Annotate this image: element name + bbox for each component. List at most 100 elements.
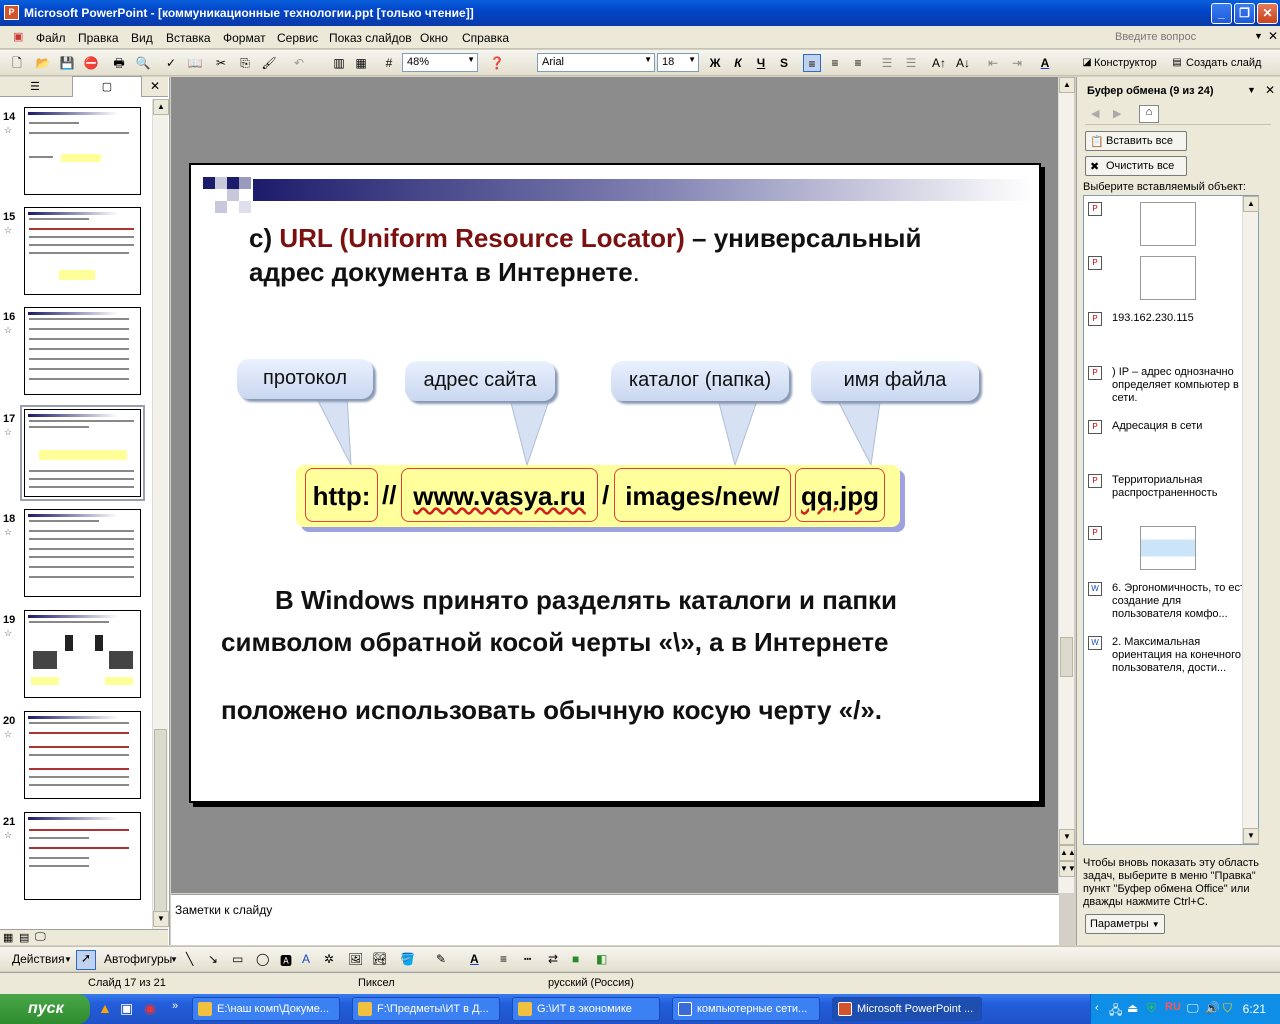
clipboard-scrollbar[interactable]: ▲ ▼: [1242, 196, 1259, 844]
bold-button[interactable]: Ж: [706, 54, 724, 72]
shadow-button[interactable]: S: [775, 54, 793, 72]
options-button[interactable]: Параметры ▼: [1085, 914, 1165, 934]
slide-thumbnail-21[interactable]: 21 ☆: [0, 812, 150, 904]
3d-style-icon[interactable]: ◧: [596, 952, 607, 966]
chevron-down-icon[interactable]: ▼: [1254, 31, 1263, 41]
clipboard-item[interactable]: P 193.162.230.115: [1084, 312, 1260, 352]
home-icon[interactable]: ⌂: [1139, 105, 1159, 123]
start-button[interactable]: пуск: [0, 994, 90, 1024]
autoshapes-menu[interactable]: Автофигуры: [104, 952, 172, 966]
scroll-up-icon[interactable]: ▲: [153, 99, 169, 115]
wordart-tool-icon[interactable]: A: [302, 952, 310, 966]
outline-tab-icon[interactable]: ☰: [30, 80, 40, 93]
decrease-indent-icon[interactable]: ⇤: [984, 54, 1002, 72]
tray-expand-icon[interactable]: ‹: [1095, 1002, 1099, 1014]
save-icon[interactable]: 💾: [58, 54, 76, 72]
slide-thumbnail-20[interactable]: 20 ☆: [0, 711, 150, 803]
taskbar-item-explorer-2[interactable]: F:\Предметы\ИТ в Д...: [352, 997, 500, 1021]
desktop-quicklaunch-icon[interactable]: ▣: [120, 1000, 133, 1017]
align-center-icon[interactable]: ≡: [826, 54, 844, 72]
clipart-tool-icon[interactable]: 🖼: [348, 952, 363, 966]
clipboard-item[interactable]: P: [1084, 202, 1260, 254]
menu-insert[interactable]: Вставка: [166, 31, 211, 45]
menu-file[interactable]: Файл: [36, 31, 66, 45]
taskbar-item-explorer-1[interactable]: E:\наш комп\Докуме...: [192, 997, 340, 1021]
clipboard-item[interactable]: W 2. Максимальная ориентация на конечного…: [1084, 636, 1260, 684]
slide-thumbnail-16[interactable]: 16 ☆: [0, 307, 150, 399]
back-arrow-icon[interactable]: ◀: [1091, 107, 1099, 120]
font-color-tool-icon[interactable]: A: [470, 952, 479, 966]
open-folder-icon[interactable]: 📂: [34, 54, 52, 72]
scroll-down-icon[interactable]: ▼: [1059, 829, 1075, 845]
designer-button[interactable]: Конструктор: [1094, 54, 1164, 72]
new-slide-button[interactable]: Создать слайд: [1186, 54, 1266, 72]
next-slide-icon[interactable]: ▼▼: [1059, 861, 1076, 877]
document-icon[interactable]: ▣: [13, 30, 23, 43]
grid-icon[interactable]: #: [380, 54, 398, 72]
line-tool-icon[interactable]: ╲: [186, 952, 193, 966]
powerpoint-app-icon[interactable]: P: [4, 5, 19, 20]
taskbar-item-word[interactable]: компьютерные сети...: [672, 997, 820, 1021]
chrome-quicklaunch-icon[interactable]: ◉: [144, 1000, 156, 1017]
menu-view[interactable]: Вид: [131, 31, 153, 45]
clock[interactable]: 6:21: [1243, 1002, 1266, 1016]
scroll-thumb[interactable]: [1060, 637, 1073, 677]
rectangle-tool-icon[interactable]: ▭: [232, 952, 243, 966]
safely-remove-icon[interactable]: ⏏: [1127, 1001, 1138, 1015]
font-color-icon[interactable]: A: [1036, 54, 1054, 72]
new-file-icon[interactable]: 🗋: [8, 54, 26, 72]
decrease-font-icon[interactable]: A↓: [954, 54, 972, 72]
close-document-icon[interactable]: ✕: [1268, 29, 1278, 43]
increase-font-icon[interactable]: A↑: [930, 54, 948, 72]
italic-button[interactable]: К: [729, 54, 747, 72]
menu-window[interactable]: Окно: [420, 31, 448, 45]
slide-thumbnail-14[interactable]: 14 ☆: [0, 107, 150, 199]
arrow-style-icon[interactable]: ⇄: [548, 952, 558, 966]
maximize-button[interactable]: ❐: [1234, 3, 1255, 24]
bullet-list-icon[interactable]: ☰: [902, 54, 920, 72]
slides-scrollbar[interactable]: ▲ ▼: [152, 99, 169, 929]
spelling-icon[interactable]: ✓: [162, 54, 180, 72]
network-icon[interactable]: 🖧: [1109, 1001, 1122, 1022]
quicklaunch-expand-icon[interactable]: »: [172, 1000, 178, 1012]
taskbar-item-powerpoint[interactable]: Microsoft PowerPoint ...: [832, 997, 982, 1021]
vlc-quicklaunch-icon[interactable]: ▲: [98, 1000, 112, 1016]
copy-icon[interactable]: ⎘: [236, 54, 254, 72]
current-slide[interactable]: с) URL (Uniform Resource Locator) – унив…: [189, 163, 1041, 803]
scroll-up-icon[interactable]: ▲: [1059, 77, 1075, 93]
chevron-down-icon[interactable]: ▼: [1247, 85, 1256, 95]
close-button[interactable]: ✕: [1257, 3, 1278, 24]
select-arrow-icon[interactable]: ➚: [76, 950, 96, 970]
minimize-button[interactable]: _: [1211, 3, 1232, 24]
increase-indent-icon[interactable]: ⇥: [1008, 54, 1026, 72]
sorter-view-icon[interactable]: ▤: [19, 931, 29, 944]
volume-icon[interactable]: 🔊: [1205, 1001, 1220, 1015]
arrow-tool-icon[interactable]: ↘: [208, 952, 218, 966]
diagram-tool-icon[interactable]: ✲: [324, 952, 334, 966]
forward-arrow-icon[interactable]: ▶: [1113, 107, 1121, 120]
normal-view-icon[interactable]: ▦: [3, 931, 13, 944]
slide-scrollbar[interactable]: ▲ ▼ ▲▲ ▼▼: [1058, 77, 1076, 893]
slide-thumbnail-18[interactable]: 18 ☆: [0, 509, 150, 601]
font-size-select[interactable]: 18 ▼: [657, 53, 699, 72]
clipboard-item[interactable]: P: [1084, 526, 1260, 576]
clipboard-item[interactable]: P Территориальная распространенность: [1084, 474, 1260, 514]
clipboard-item[interactable]: P Адресация в сети: [1084, 420, 1260, 460]
font-select[interactable]: Arial ▼: [537, 53, 655, 72]
antivirus-icon[interactable]: ⛨: [1147, 1001, 1156, 1016]
clipboard-item[interactable]: P: [1084, 256, 1260, 308]
underline-button[interactable]: Ч: [752, 54, 770, 72]
clipboard-item[interactable]: W 6. Эргономичность, то есть создание для…: [1084, 582, 1260, 630]
clipboard-item[interactable]: P) IP – адрес однозначно определяет комп…: [1084, 366, 1260, 416]
fill-color-icon[interactable]: 🪣: [400, 952, 415, 966]
close-icon[interactable]: ✕: [150, 79, 160, 93]
taskbar-item-explorer-3[interactable]: G:\ИТ в экономике: [512, 997, 660, 1021]
scroll-down-icon[interactable]: ▼: [153, 911, 169, 927]
research-icon[interactable]: 📖: [186, 54, 204, 72]
previous-slide-icon[interactable]: ▲▲: [1059, 845, 1076, 861]
slide-thumbnail-15[interactable]: 15 ☆: [0, 207, 150, 299]
permission-icon[interactable]: ⛔: [82, 54, 100, 72]
slide-thumbnail-19[interactable]: 19 ☆: [0, 610, 150, 702]
print-preview-icon[interactable]: 🔍: [134, 54, 152, 72]
scroll-up-icon[interactable]: ▲: [1243, 196, 1259, 212]
